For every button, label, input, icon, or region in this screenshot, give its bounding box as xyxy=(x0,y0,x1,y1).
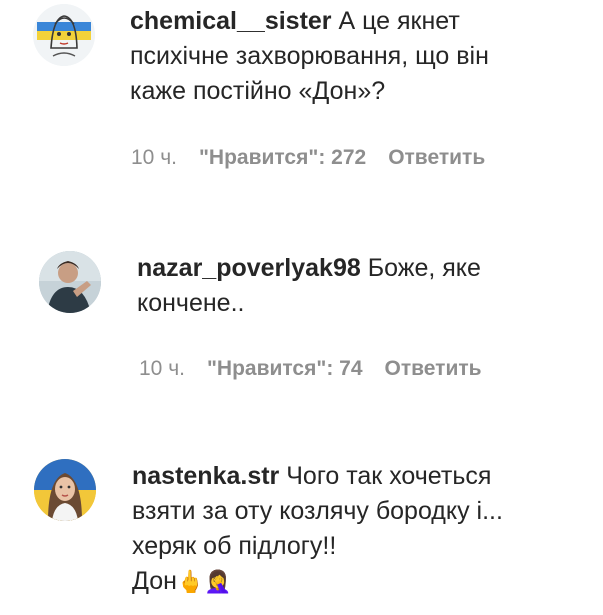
comment-text-line: каже постійно «Дон»? xyxy=(130,77,386,105)
avatar-illustration-icon xyxy=(33,4,95,66)
comment-meta: 10 ч. "Нравится": 272 Ответить xyxy=(131,146,485,170)
comment-text: nastenka.str Чого так хочеться взяти за … xyxy=(132,459,503,600)
likes-count-link[interactable]: "Нравится": 74 xyxy=(207,357,363,381)
comment-timestamp: 10 ч. xyxy=(139,357,185,380)
avatar-photo-icon xyxy=(34,459,96,521)
comment-item: nazar_poverlyak98 Боже, яке кончене.. 10… xyxy=(0,245,603,405)
comment-text-line: психічне захворювання, що він xyxy=(130,42,489,70)
reply-button[interactable]: Ответить xyxy=(385,357,482,381)
comment-text-line: кончене.. xyxy=(137,289,245,317)
comment-timestamp: 10 ч. xyxy=(131,146,177,169)
comment-username[interactable]: nazar_poverlyak98 xyxy=(137,254,361,282)
comment-text-line: А це якнет xyxy=(338,7,460,35)
comment-text-line: Дон xyxy=(132,567,177,595)
emoji-middle-finger-facepalm-icon: 🖕🤦‍♀️ xyxy=(176,570,232,595)
comment-item: chemical__sister А це якнет психічне зах… xyxy=(0,0,603,200)
avatar[interactable] xyxy=(33,4,95,66)
comment-text: chemical__sister А це якнет психічне зах… xyxy=(130,4,489,109)
avatar[interactable] xyxy=(39,251,101,313)
comment-text-line: херяк об підлогу!! xyxy=(132,532,337,560)
comment-meta: 10 ч. "Нравится": 74 Ответить xyxy=(139,357,482,381)
reply-button[interactable]: Ответить xyxy=(388,146,485,170)
comment-username[interactable]: nastenka.str xyxy=(132,462,279,490)
comment-text-line: взяти за оту козлячу бородку і... xyxy=(132,497,503,525)
comment-text-line: Чого так хочеться xyxy=(286,462,492,490)
avatar[interactable] xyxy=(34,459,96,521)
avatar-photo-icon xyxy=(39,251,101,313)
likes-count-link[interactable]: "Нравится": 272 xyxy=(199,146,366,170)
comment-text-line: Боже, яке xyxy=(367,254,481,282)
comment-username[interactable]: chemical__sister xyxy=(130,7,332,35)
comment-text: nazar_poverlyak98 Боже, яке кончене.. xyxy=(137,251,481,321)
comment-item: nastenka.str Чого так хочеться взяти за … xyxy=(0,455,603,615)
